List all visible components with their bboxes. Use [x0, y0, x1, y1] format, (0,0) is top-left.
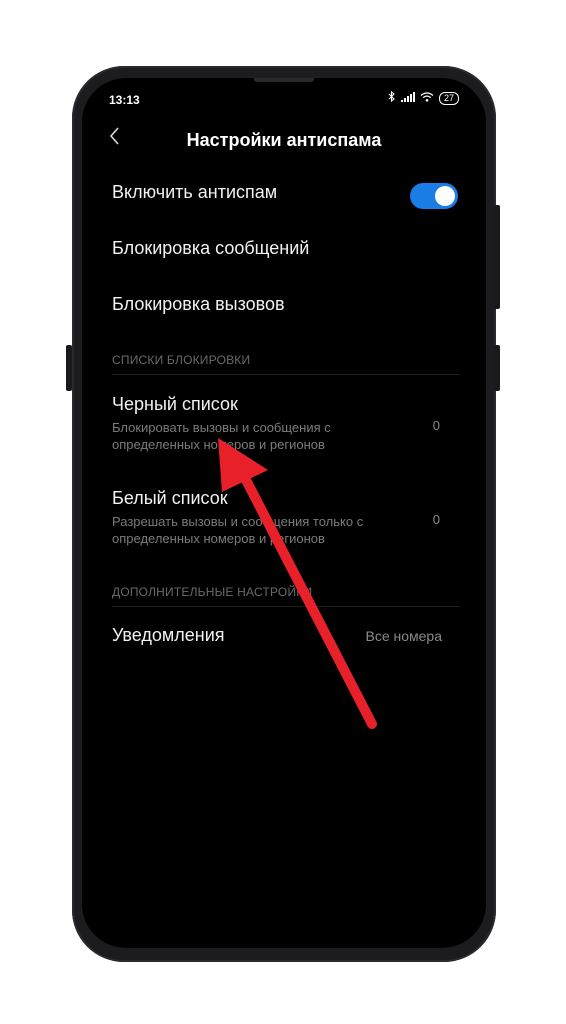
notifications-label: Уведомления	[112, 625, 225, 645]
notifications-row[interactable]: Уведомления Все номера	[112, 625, 458, 651]
enable-antispam-row[interactable]: Включить антиспам	[112, 182, 458, 212]
signal-icon	[400, 91, 415, 106]
antispam-toggle[interactable]	[410, 183, 458, 209]
block-messages-row[interactable]: Блокировка сообщений	[112, 238, 458, 259]
additional-section-header: ДОПОЛНИТЕЛЬНЫЕ НАСТРОЙКИ	[112, 583, 458, 601]
phone-screen: 13:13 27 Настройки антиспама Включить ан…	[82, 78, 486, 948]
whitelist-count: 0	[432, 512, 440, 527]
blacklist-count: 0	[432, 418, 440, 433]
divider	[112, 606, 460, 607]
volume-button	[66, 345, 72, 391]
bluetooth-icon	[388, 90, 396, 106]
whitelist-row[interactable]: Белый список Разрешать вызовы и сообщени…	[112, 488, 458, 550]
block-lists-section-title: СПИСКИ БЛОКИРОВКИ	[112, 353, 251, 367]
power-button	[494, 205, 500, 309]
block-lists-section-header: СПИСКИ БЛОКИРОВКИ	[112, 351, 458, 369]
page-title: Настройки антиспама	[186, 130, 382, 150]
earpiece	[254, 78, 314, 82]
battery-indicator: 27	[438, 92, 459, 105]
blacklist-row[interactable]: Черный список Блокировать вызовы и сообщ…	[112, 394, 458, 456]
additional-section-title: ДОПОЛНИТЕЛЬНЫЕ НАСТРОЙКИ	[112, 585, 313, 599]
whitelist-title: Белый список	[112, 488, 228, 508]
side-button	[494, 345, 500, 391]
enable-antispam-label: Включить антиспам	[112, 182, 278, 202]
toggle-knob	[435, 186, 455, 206]
divider	[112, 374, 460, 375]
blacklist-title: Черный список	[112, 394, 238, 414]
status-icons: 27	[388, 90, 459, 106]
wifi-icon	[420, 91, 434, 106]
status-time: 13:13	[109, 93, 140, 107]
block-calls-label: Блокировка вызовов	[112, 294, 285, 314]
block-messages-label: Блокировка сообщений	[112, 238, 310, 258]
whitelist-subtitle: Разрешать вызовы и сообщения только с оп…	[112, 514, 364, 546]
notifications-value: Все номера	[365, 628, 442, 644]
block-calls-row[interactable]: Блокировка вызовов	[112, 294, 458, 315]
blacklist-subtitle: Блокировать вызовы и сообщения с определ…	[112, 420, 331, 452]
